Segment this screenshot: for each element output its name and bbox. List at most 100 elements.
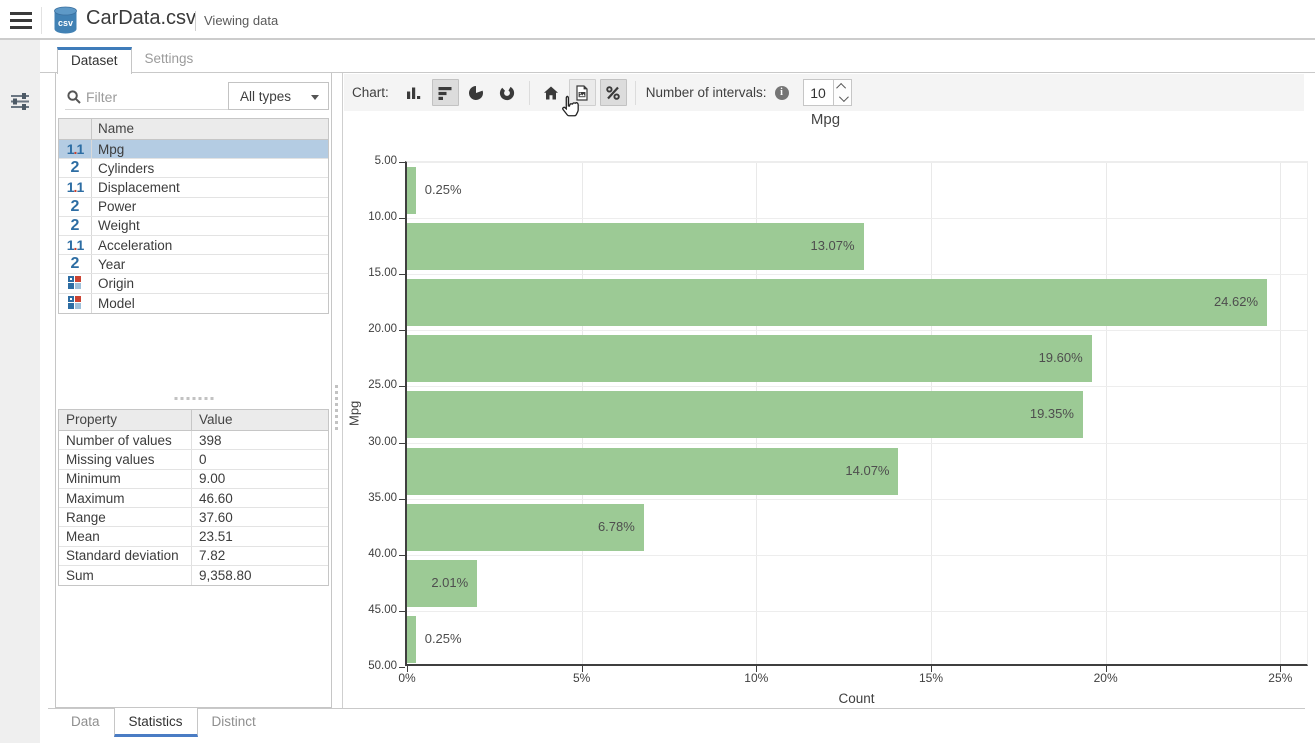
stat-row: Mean23.51: [59, 527, 328, 546]
column-name: Year: [92, 257, 125, 272]
stat-property: Number of values: [59, 431, 192, 449]
toolbar-divider: [529, 81, 530, 105]
column-row-power[interactable]: 2Power: [59, 198, 328, 217]
column-row-origin[interactable]: Origin: [59, 274, 328, 293]
column-row-year[interactable]: 2 Year: [59, 255, 328, 274]
tab-data[interactable]: Data: [57, 709, 114, 737]
info-icon[interactable]: i: [775, 86, 789, 100]
tab-dataset[interactable]: Dataset: [57, 47, 132, 74]
stat-property: Missing values: [59, 450, 192, 468]
x-axis-tick-label: 10%: [744, 671, 768, 685]
chart-title: Mpg: [343, 111, 1308, 128]
bar-value-label: 19.35%: [1030, 406, 1074, 421]
stat-row: Range37.60: [59, 508, 328, 527]
view-tabs: DataStatisticsDistinct: [57, 709, 270, 737]
export-image-button[interactable]: [569, 79, 596, 106]
spinner-arrows[interactable]: [834, 79, 852, 106]
column-name: Displacement: [92, 180, 180, 195]
histogram-bar[interactable]: [407, 391, 1083, 438]
x-axis-tick-label: 20%: [1094, 671, 1118, 685]
histogram-bar[interactable]: [407, 448, 898, 495]
integer-type-icon: 2: [71, 218, 80, 234]
horizontal-gridline: [407, 274, 1307, 275]
vertical-gridline: [1280, 162, 1281, 664]
float-type-icon: 1.1: [67, 180, 83, 194]
columns-table-header: Name: [59, 119, 328, 140]
y-axis-tick: [399, 555, 405, 556]
bar-value-label: 0.25%: [425, 182, 462, 197]
histogram-bar[interactable]: [407, 167, 416, 214]
y-axis-tick-label: 35.00: [345, 492, 397, 504]
y-axis-tick-label: 30.00: [345, 436, 397, 448]
vertical-gridline: [1106, 162, 1107, 664]
statistics-table: Property Value Number of values398Missin…: [58, 409, 329, 586]
horizontal-bar-chart-button[interactable]: [432, 79, 459, 106]
filter-input[interactable]: [86, 89, 216, 105]
x-axis-title: Count: [405, 691, 1308, 706]
tab-statistics[interactable]: Statistics: [114, 708, 198, 737]
stat-value: 0: [192, 452, 207, 467]
stat-property: Sum: [59, 566, 192, 585]
column-row-acceleration[interactable]: 1.1Acceleration: [59, 236, 328, 255]
column-row-model[interactable]: Model: [59, 294, 328, 313]
type-column-header: [59, 119, 92, 139]
search-icon: [67, 90, 81, 104]
vertical-splitter-handle[interactable]: [335, 385, 338, 430]
y-axis-tick: [399, 611, 405, 612]
type-filter-select[interactable]: All types: [228, 82, 329, 110]
chart-plot-area[interactable]: 0%5%10%15%20%25%5.0010.0015.0020.0025.00…: [405, 161, 1308, 666]
category-type-icon: [68, 276, 83, 291]
bar-value-label: 6.78%: [598, 519, 635, 534]
panel-tabs: DatasetSettings: [57, 47, 206, 74]
column-row-displacement[interactable]: 1.1 Displacement: [59, 178, 328, 197]
stat-value: 398: [192, 433, 222, 448]
stat-row: Minimum9.00: [59, 470, 328, 489]
y-axis-tick: [399, 499, 405, 500]
stat-property: Mean: [59, 527, 192, 545]
percent-button[interactable]: [600, 79, 627, 106]
y-axis-tick-label: 50.00: [345, 660, 397, 672]
donut-chart-button[interactable]: [494, 79, 521, 106]
horizontal-splitter-handle[interactable]: [174, 397, 213, 400]
spinner-down-icon[interactable]: [839, 92, 849, 102]
view-mode-label: Viewing data: [204, 13, 278, 28]
sliders-icon[interactable]: [9, 90, 31, 117]
chart-toolbar-label: Chart:: [352, 85, 389, 100]
tab-distinct[interactable]: Distinct: [198, 709, 270, 737]
columns-table: Name 1.1Mpg2Cylinders 1.1 Displacement 2Pow…: [58, 118, 329, 314]
column-row-weight[interactable]: 2Weight: [59, 217, 328, 236]
stat-property: Standard deviation: [59, 547, 192, 565]
intervals-input[interactable]: [803, 79, 834, 106]
integer-type-icon: 2: [71, 256, 80, 272]
bar-value-label: 2.01%: [431, 575, 468, 590]
histogram-bar[interactable]: [407, 279, 1267, 326]
column-row-mpg[interactable]: 1.1Mpg: [59, 140, 328, 159]
horizontal-gridline: [407, 499, 1307, 500]
y-axis-tick: [399, 274, 405, 275]
bar-value-label: 24.62%: [1214, 294, 1258, 309]
pie-chart-button[interactable]: [463, 79, 490, 106]
histogram-bar[interactable]: [407, 223, 864, 270]
y-axis-tick-label: 5.00: [345, 155, 397, 167]
column-name: Model: [92, 296, 135, 311]
tab-settings[interactable]: Settings: [132, 47, 207, 74]
column-row-cylinders[interactable]: 2Cylinders: [59, 159, 328, 178]
horizontal-gridline: [407, 555, 1307, 556]
integer-type-icon: 2: [71, 160, 80, 176]
chevron-down-icon: [311, 95, 319, 100]
hamburger-menu-icon[interactable]: [10, 12, 32, 29]
home-button[interactable]: [538, 79, 565, 106]
stat-row: Number of values398: [59, 431, 328, 450]
histogram-bar[interactable]: [407, 335, 1092, 382]
column-chart-button[interactable]: [401, 79, 428, 106]
property-column-header: Property: [59, 410, 192, 430]
horizontal-gridline: [407, 386, 1307, 387]
y-axis-tick-label: 10.00: [345, 211, 397, 223]
horizontal-gridline: [407, 330, 1307, 331]
histogram-bar[interactable]: [407, 616, 416, 663]
header-bar: csv CarData.csv Viewing data: [0, 0, 1315, 40]
chart-toolbar: Chart: Number of intervals: i: [344, 74, 1304, 111]
pie-chart-icon: [468, 85, 484, 101]
spinner-up-icon[interactable]: [836, 83, 846, 93]
y-axis-tick: [399, 162, 405, 163]
